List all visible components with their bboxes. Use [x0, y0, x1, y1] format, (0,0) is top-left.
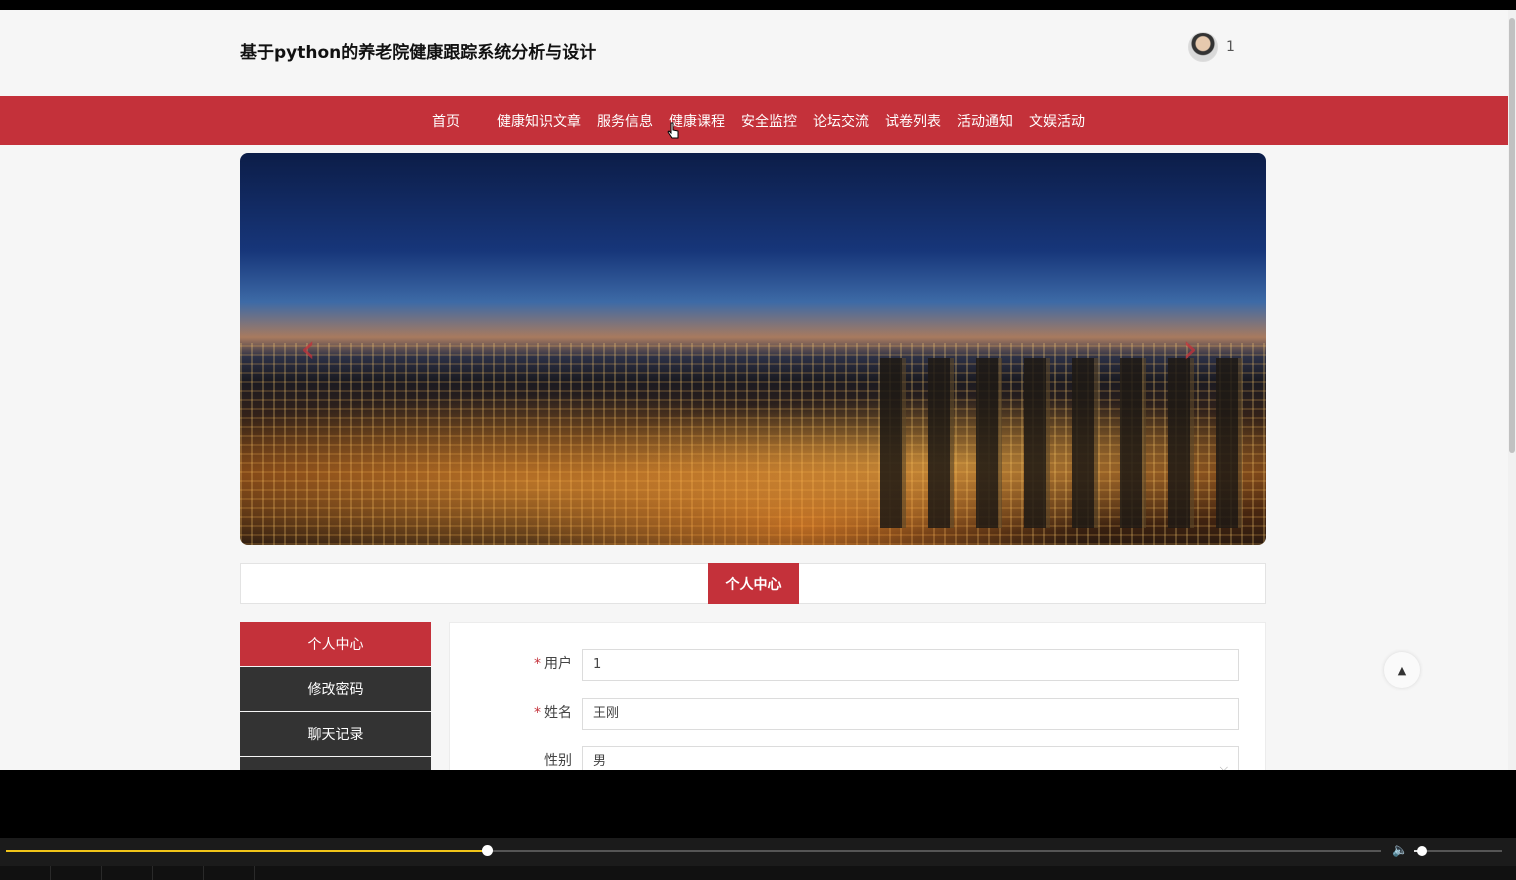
site-title: 基于python的养老院健康跟踪系统分析与设计 [240, 43, 597, 63]
user-label-text: 用户 [544, 656, 572, 672]
page-scrollbar[interactable] [1508, 10, 1516, 770]
nav-item-safety-monitor[interactable]: 安全监控 [733, 111, 805, 131]
chevron-down-icon: ⌵ [1219, 761, 1228, 770]
player-toolbar-cell[interactable] [153, 866, 204, 880]
nav-item-exam-list[interactable]: 试卷列表 [877, 111, 949, 131]
profile-sidebar: 个人中心 修改密码 聊天记录 [240, 622, 431, 770]
volume-icon[interactable]: 🔈 [1392, 843, 1408, 858]
nav-item-entertainment[interactable]: 文娱活动 [1021, 111, 1093, 131]
gender-label: 性别 [544, 753, 572, 769]
username: 1 [1226, 39, 1235, 55]
main-nav: 首页 健康知识文章 服务信息 健康课程 安全监控 论坛交流 试卷列表 活动通知 … [0, 96, 1508, 145]
chevron-left-icon[interactable]: ‹ [300, 329, 324, 369]
mouse-cursor-icon [667, 122, 679, 139]
form-row-user: * 用户 1 [450, 649, 1267, 681]
required-marker: * [534, 656, 541, 672]
chevron-right-icon[interactable]: › [1182, 329, 1206, 369]
profile-form: * 用户 1 * 姓名 王刚 性别 男 ⌵ [449, 622, 1266, 770]
section-header: 个人中心 [240, 563, 1266, 604]
required-marker: * [534, 705, 541, 721]
player-toolbar-cell[interactable] [204, 866, 255, 880]
gender-selected-value: 男 [593, 754, 607, 769]
volume-slider[interactable] [1414, 846, 1502, 856]
avatar[interactable] [1188, 32, 1218, 62]
player-toolbar [0, 866, 1516, 880]
player-toolbar-cell[interactable] [51, 866, 102, 880]
sidebar-item-chat-history[interactable]: 聊天记录 [240, 712, 431, 756]
name-label: * 姓名 [534, 698, 572, 730]
volume-slider-handle[interactable] [1416, 846, 1427, 856]
seek-bar[interactable] [6, 845, 1381, 856]
user-menu[interactable]: 1 [1188, 32, 1235, 62]
nav-item-forum[interactable]: 论坛交流 [805, 111, 877, 131]
browser-viewport: 基于python的养老院健康跟踪系统分析与设计 1 首页 健康知识文章 服务信息… [0, 10, 1508, 770]
gender-select[interactable]: 男 ⌵ [582, 746, 1239, 770]
triangle-up-icon: ▲ [1397, 663, 1407, 677]
site-header: 基于python的养老院健康跟踪系统分析与设计 1 [0, 10, 1508, 96]
player-toolbar-cell[interactable] [0, 866, 51, 880]
nav-item-health-articles[interactable]: 健康知识文章 [489, 111, 589, 131]
banner-carousel[interactable]: ‹ › [240, 153, 1266, 545]
seek-bar-handle[interactable] [482, 845, 494, 856]
player-toolbar-cell[interactable] [102, 866, 153, 880]
nav-item-activity-notice[interactable]: 活动通知 [949, 111, 1021, 131]
user-field[interactable]: 1 [582, 649, 1239, 681]
form-row-name: * 姓名 王刚 [450, 698, 1267, 730]
back-to-top-button[interactable]: ▲ [1384, 652, 1420, 688]
nav-item-home[interactable]: 首页 [424, 111, 489, 131]
video-player-controls: 🔈 [0, 838, 1516, 880]
sidebar-item-profile[interactable]: 个人中心 [240, 622, 431, 666]
sidebar-item-more[interactable] [240, 757, 431, 770]
section-title: 个人中心 [708, 563, 799, 604]
banner-image-skyline [880, 358, 1260, 528]
sidebar-item-change-password[interactable]: 修改密码 [240, 667, 431, 711]
form-row-gender: 性别 男 ⌵ [450, 746, 1267, 770]
name-label-text: 姓名 [544, 705, 572, 721]
name-field[interactable]: 王刚 [582, 698, 1239, 730]
scrollbar-thumb[interactable] [1509, 18, 1515, 453]
seek-bar-fill [6, 850, 488, 852]
user-label: * 用户 [534, 649, 572, 681]
nav-item-service-info[interactable]: 服务信息 [589, 111, 661, 131]
